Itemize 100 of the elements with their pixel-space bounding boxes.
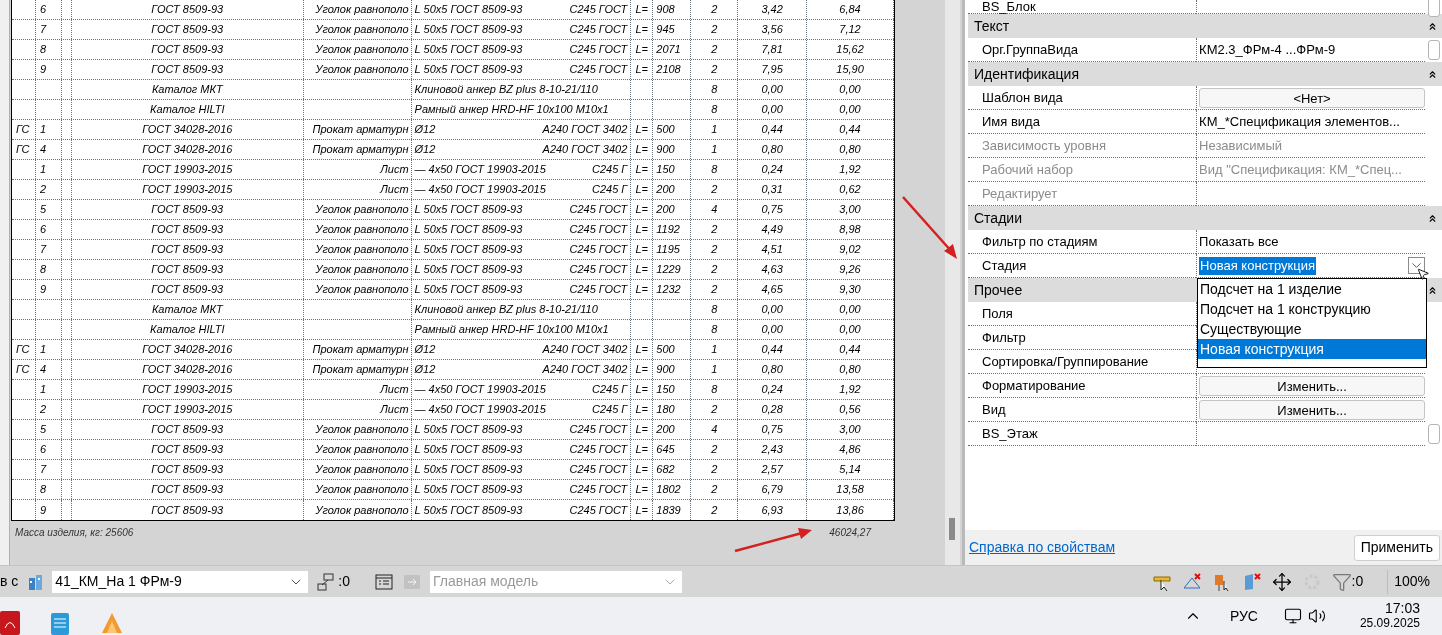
table-cell: 7,81 (738, 40, 808, 59)
table-cell: ГОСТ 19903-2015 (71, 380, 304, 399)
table-cell: ГОСТ 34028-2016 (71, 340, 304, 359)
table-cell-text: С245 ГОСТ (569, 422, 628, 438)
table-cell: 1232 (653, 280, 692, 299)
property-label: Вид (982, 400, 1006, 419)
table-cell-text: Ø12 (414, 142, 436, 158)
table-cell: 682 (653, 460, 692, 479)
table-cell: 1 (36, 120, 62, 139)
table-cell: 0,00 (807, 80, 894, 99)
table-cell-text: Ø12 (414, 122, 436, 138)
table-cell: ГС (12, 140, 36, 159)
table-cell: L= (631, 440, 654, 459)
table-cell: Лист (303, 400, 412, 419)
table-cell: Уголок равнополо (303, 20, 412, 39)
table-cell: ГОСТ 34028-2016 (71, 140, 304, 159)
table-cell: 1 (691, 340, 739, 359)
table-cell: 8 (691, 100, 739, 119)
table-cell: 200 (653, 420, 692, 439)
table-cell: Прокат арматурн (303, 120, 412, 139)
table-cell: L= (631, 240, 654, 259)
table-cell: Прокат арматурн (303, 140, 412, 159)
table-cell: Лист (303, 180, 412, 199)
table-cell: 0,44 (807, 340, 894, 359)
property-label: BS_Блок (982, 0, 1036, 13)
table-cell: 4,63 (738, 260, 808, 279)
property-label: Фильтр (982, 328, 1026, 347)
table-cell: Уголок равнополо (303, 420, 412, 439)
table-cell-text: L 50x5 ГОСТ 8509-93 (414, 442, 523, 458)
table-cell: 2 (691, 440, 739, 459)
table-cell-text: Ø12 (414, 362, 436, 378)
table-cell-text: L 50x5 ГОСТ 8509-93 (414, 222, 523, 238)
table-cell: 8 (691, 300, 739, 319)
table-cell: 0,44 (807, 120, 894, 139)
value-text: КМ2.3_ФРм-4 ...ФРм-9 (1198, 40, 1336, 59)
table-cell: 7 (36, 460, 62, 479)
table-cell: 0,31 (738, 180, 808, 199)
table-cell: 9,26 (807, 260, 894, 279)
table-cell: 2 (691, 280, 739, 299)
table-cell: 4 (36, 140, 62, 159)
table-cell: 7,12 (807, 20, 894, 39)
property-label: Имя вида (982, 112, 1040, 131)
table-cell-text: А240 ГОСТ 3402 (542, 342, 628, 358)
table-cell: Уголок равнополо (303, 480, 412, 499)
workset-count: :0 (338, 572, 350, 591)
table-cell: 1192 (653, 220, 692, 239)
table-cell-text: L 50x5 ГОСТ 8509-93 (414, 242, 523, 258)
table-cell: 0,75 (738, 200, 808, 219)
table-cell: 13,86 (807, 500, 894, 520)
table-cell: ГОСТ 19903-2015 (71, 180, 304, 199)
table-cell-text: С245 Г (591, 162, 628, 178)
table-cell: 1,92 (807, 160, 894, 179)
table-cell: 0,00 (807, 100, 894, 119)
table-cell: L= (631, 360, 654, 379)
table-cell: 8 (691, 320, 739, 339)
table-cell: ГС (12, 340, 36, 359)
table-cell: L= (631, 480, 654, 499)
property-label: Стадия (982, 256, 1027, 275)
table-cell-text: Рамный анкер HRD-HF 10x100 M10x1 (414, 102, 609, 118)
table-cell: 3,42 (738, 0, 808, 19)
table-cell: 0,00 (738, 100, 808, 119)
table-cell: 2 (36, 400, 62, 419)
table-cell: 2 (691, 500, 739, 520)
footer-total: 46024,27 (829, 525, 871, 540)
table-cell: 908 (653, 0, 692, 19)
table-cell: ГОСТ 8509-93 (71, 200, 304, 219)
table-cell: 0,00 (738, 80, 808, 99)
table-cell: 4,51 (738, 240, 808, 259)
table-cell: 8 (36, 480, 62, 499)
table-cell: ГОСТ 8509-93 (71, 0, 304, 19)
value-text: КМ_*Спецификация элементов... (1198, 112, 1400, 131)
table-cell: 0,00 (807, 300, 894, 319)
table-cell-text: L 50x5 ГОСТ 8509-93 (414, 282, 523, 298)
property-label: Поля (982, 304, 1013, 323)
table-cell: ГОСТ 8509-93 (71, 460, 304, 479)
table-cell: 0,24 (738, 380, 808, 399)
table-cell: 645 (653, 440, 692, 459)
table-cell-text: L 50x5 ГОСТ 8509-93 (414, 2, 523, 18)
table-cell: 3,00 (807, 200, 894, 219)
table-cell: 6,79 (738, 480, 808, 499)
table-cell: 900 (653, 140, 692, 159)
table-cell: 2 (691, 40, 739, 59)
table-cell: Каталог HILTI (71, 320, 304, 339)
property-label: Рабочий набор (982, 160, 1074, 179)
table-cell: 0,80 (807, 360, 894, 379)
table-cell: ГОСТ 34028-2016 (71, 360, 304, 379)
table-cell-text: С245 Г (591, 382, 628, 398)
table-cell: 2,43 (738, 440, 808, 459)
table-cell: 945 (653, 20, 692, 39)
table-cell: 0,62 (807, 180, 894, 199)
table-cell: Уголок равнополо (303, 260, 412, 279)
table-cell: 4 (691, 420, 739, 439)
table-cell-text: L 50x5 ГОСТ 8509-93 (414, 22, 523, 38)
table-cell: 1 (691, 360, 739, 379)
table-cell: 6,84 (807, 0, 894, 19)
cut-label: в с (0, 572, 19, 591)
table-cell: 4,86 (807, 440, 894, 459)
table-cell: 900 (653, 360, 692, 379)
table-cell-text: L 50x5 ГОСТ 8509-93 (414, 462, 523, 478)
table-cell-text: L 50x5 ГОСТ 8509-93 (414, 482, 523, 498)
